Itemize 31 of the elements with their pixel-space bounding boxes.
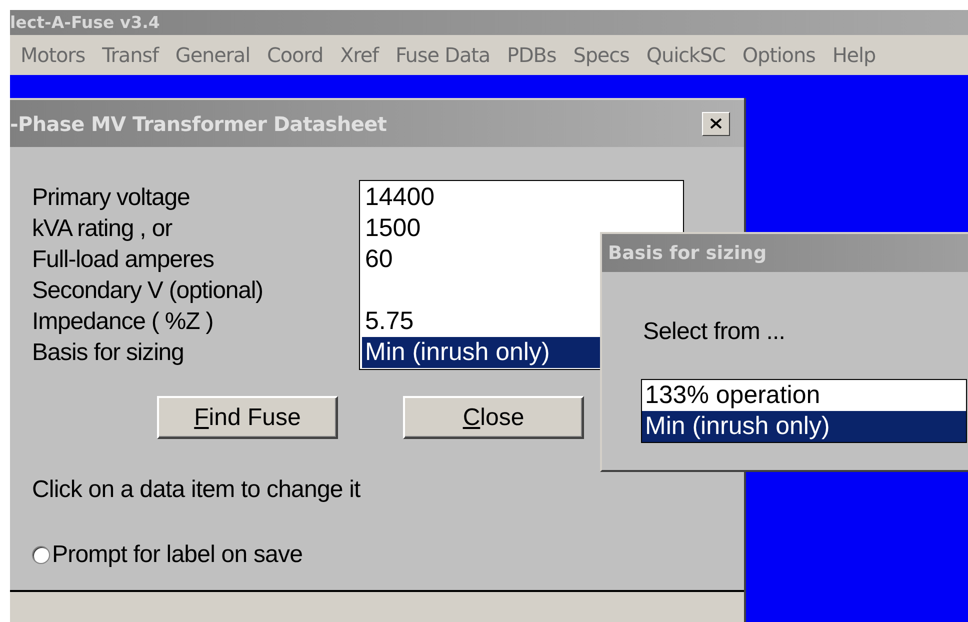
menu-item[interactable]: QuickSC — [638, 43, 734, 67]
list-item[interactable]: 1500 — [362, 213, 682, 244]
list-item[interactable]: 133% operation — [642, 380, 966, 411]
hint-text: Click on a data item to change it — [32, 476, 360, 504]
field-label: Basis for sizing — [32, 338, 184, 368]
option-list[interactable]: 133% operation Min (inrush only) — [641, 379, 967, 443]
list-item[interactable]: Min (inrush only) — [642, 411, 966, 442]
menu-item[interactable]: Xref — [332, 43, 387, 67]
menu-item[interactable]: General — [166, 43, 259, 67]
list-item[interactable]: 14400 — [362, 182, 682, 213]
field-label: Full-load amperes — [32, 245, 214, 275]
field-label: kVA rating , or — [32, 214, 172, 244]
find-button[interactable]: Find Fuse — [157, 396, 338, 439]
field-label: Secondary V (optional) — [32, 276, 263, 306]
menu-item[interactable]: Transf — [94, 43, 167, 67]
field-label: Impedance ( %Z ) — [32, 307, 214, 337]
window-title: lect-A-Fuse v3.4 — [10, 13, 160, 32]
radio-button[interactable] — [32, 546, 50, 564]
menu-item[interactable]: PDBs — [498, 43, 565, 67]
close-button[interactable] — [702, 112, 730, 136]
menu-item[interactable]: Options — [734, 43, 824, 67]
menu-item[interactable]: Motors — [12, 43, 94, 67]
menu-item[interactable]: Fuse Data — [387, 43, 499, 67]
menu-item[interactable]: Specs — [564, 43, 638, 67]
field-label: Primary voltage — [32, 183, 190, 213]
menu-item[interactable]: Help — [824, 43, 884, 67]
radio-label[interactable]: Prompt for label on save — [52, 541, 303, 569]
close-button[interactable]: Close — [403, 396, 584, 439]
menu-item[interactable]: Coord — [258, 43, 332, 67]
dialog-title: -Phase MV Transformer Datasheet — [10, 112, 387, 136]
close-icon — [710, 118, 722, 129]
